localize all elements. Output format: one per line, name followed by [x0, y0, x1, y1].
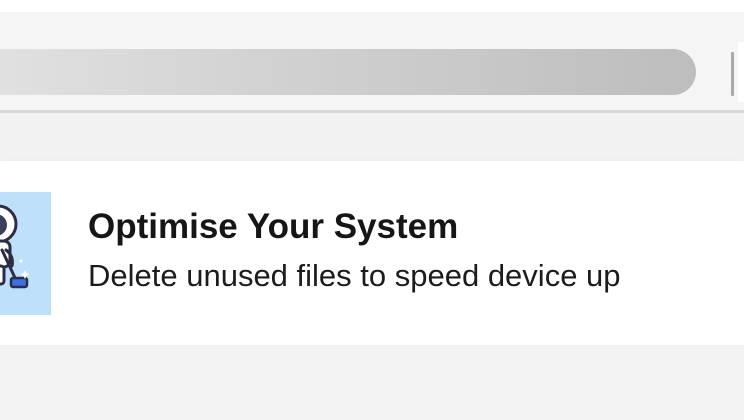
search-bar[interactable] — [0, 49, 696, 95]
notification-card[interactable]: Optimise Your System Delete unused files… — [0, 161, 744, 345]
toolbar-separator — [731, 52, 734, 96]
top-strip — [0, 0, 744, 12]
browser-toolbar — [0, 12, 744, 110]
content-gap — [0, 113, 744, 161]
notification-subtitle: Delete unused files to speed device up — [88, 258, 621, 293]
notification-title: Optimise Your System — [88, 207, 459, 246]
astronaut-vacuum-cleaner-icon — [0, 192, 51, 315]
page-background — [0, 345, 744, 420]
toolbar-edge — [738, 42, 744, 102]
